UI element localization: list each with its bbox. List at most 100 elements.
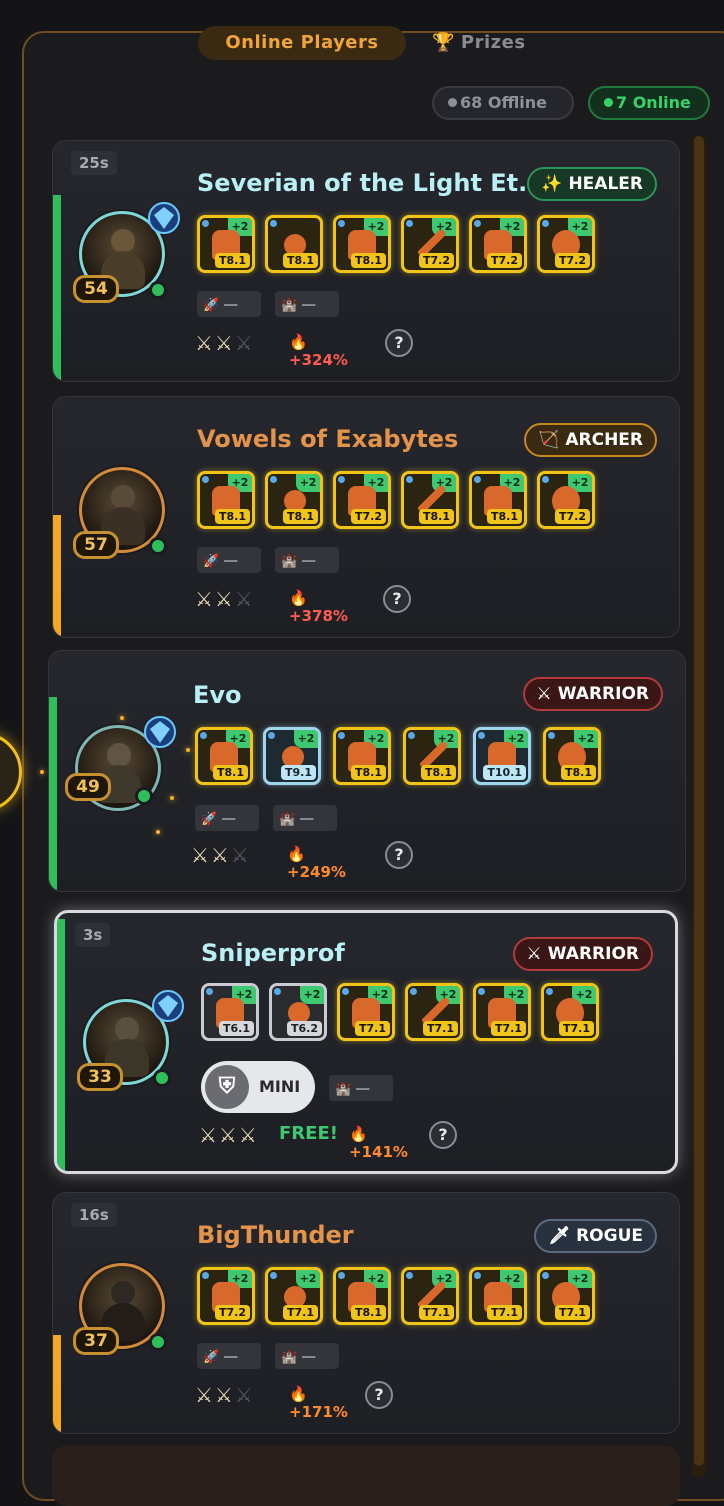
next-player-card[interactable]: [52, 1446, 680, 1506]
player-name[interactable]: Evo: [193, 681, 242, 709]
role-label: HEALER: [568, 174, 643, 194]
role-badge: ✨ HEALER: [527, 167, 657, 201]
equipment-slot-boots[interactable]: +2 T8.1: [543, 727, 601, 785]
offline-count-label: 68 Offline: [460, 93, 548, 112]
tab-bar: Online Players 🏆 Prizes: [180, 24, 580, 64]
castle-slot[interactable]: 🏰 —: [275, 1343, 339, 1369]
help-button[interactable]: ?: [383, 585, 411, 613]
equipment-slot-weapon[interactable]: +2 T7.2: [401, 215, 459, 273]
offline-count-filter[interactable]: 68 Offline: [432, 86, 574, 120]
castle-slot[interactable]: 🏰 —: [329, 1075, 393, 1101]
player-card[interactable]: 3s 33 Sniperprof ⚔ WARRIOR +2 T6.1 +2 T6.2 …: [54, 910, 678, 1174]
player-name[interactable]: Sniperprof: [201, 939, 345, 967]
role-badge: ⚔ WARRIOR: [512, 937, 653, 971]
role-badge: ⚔ WARRIOR: [522, 677, 663, 711]
equipment-slot-gloves[interactable]: +2 T10.1: [473, 727, 531, 785]
player-name[interactable]: Severian of the Light Et...: [197, 169, 546, 197]
role-badge: 🗡 ROGUE: [534, 1219, 657, 1253]
equipment-slot-helmet[interactable]: +2 T8.1: [197, 215, 255, 273]
status-stripe: [57, 919, 65, 1171]
mount-slot[interactable]: 🚀 —: [195, 805, 259, 831]
equipment-slot-gloves[interactable]: +2 T8.1: [469, 471, 527, 529]
level-badge: 33: [77, 1063, 123, 1091]
online-status-dot: [149, 281, 167, 299]
player-card[interactable]: 57 Vowels of Exabytes 🏹 ARCHER +2 T8.1 +2 T…: [52, 396, 680, 638]
level-badge: 57: [73, 531, 119, 559]
scrollbar-thumb[interactable]: [694, 136, 704, 1466]
crossed-swords-icon: ⚔⚔⚔: [195, 1383, 255, 1407]
player-card[interactable]: 16s 37 BigThunder 🗡 ROGUE +2 T7.2 +2 T7.1 +…: [52, 1192, 680, 1434]
level-badge: 54: [73, 275, 119, 303]
free-label: FREE!: [279, 1123, 338, 1144]
equipment-slot-amulet[interactable]: +2 T9.1: [263, 727, 321, 785]
equipment-slot-boots[interactable]: +2 T7.1: [537, 1267, 595, 1325]
player-name[interactable]: Vowels of Exabytes: [197, 425, 458, 453]
equipment-slot-weapon[interactable]: +2 T7.1: [401, 1267, 459, 1325]
mount-slot[interactable]: 🚀 —: [197, 547, 261, 573]
player-avatar[interactable]: 57: [73, 465, 167, 559]
equipment-slot-helmet[interactable]: +2 T8.1: [197, 471, 255, 529]
equipment-slot-armor[interactable]: +2 T8.1: [333, 1267, 391, 1325]
equipment-slot-boots[interactable]: +2 T7.2: [537, 215, 595, 273]
online-count-filter[interactable]: 7 Online: [588, 86, 710, 120]
tab-prizes-label: Prizes: [460, 32, 526, 53]
equipment-slot-boots[interactable]: +2 T7.1: [541, 983, 599, 1041]
castle-slot[interactable]: 🏰 —: [275, 547, 339, 573]
castle-icon: 🏰: [281, 1350, 298, 1365]
tab-prizes[interactable]: 🏆 Prizes: [432, 26, 526, 60]
castle-slot[interactable]: 🏰 —: [273, 805, 337, 831]
role-label: ROGUE: [576, 1226, 643, 1246]
mount-slot[interactable]: 🚀 —: [197, 291, 261, 317]
role-label: WARRIOR: [557, 684, 649, 704]
mini-mount-slot[interactable]: ⛨ MINI: [201, 1061, 315, 1113]
help-button[interactable]: ?: [385, 329, 413, 357]
player-name[interactable]: BigThunder: [197, 1221, 354, 1249]
player-avatar[interactable]: 37: [73, 1261, 167, 1355]
equipment-slot-amulet[interactable]: +2 T8.1: [265, 471, 323, 529]
equipment-slot-boots[interactable]: +2 T7.2: [537, 471, 595, 529]
player-avatar[interactable]: 33: [77, 990, 184, 1091]
equipment-slot-amulet[interactable]: T8.1: [265, 215, 323, 273]
role-badge: 🏹 ARCHER: [524, 423, 657, 457]
status-stripe: [53, 1335, 61, 1433]
help-button[interactable]: ?: [365, 1381, 393, 1409]
scrollbar[interactable]: [692, 136, 706, 1478]
equipment-slot-armor[interactable]: +2 T7.1: [337, 983, 395, 1041]
online-status-dot: [135, 787, 153, 805]
role-label: WARRIOR: [547, 944, 639, 964]
equipment-slot-helmet[interactable]: +2 T7.2: [197, 1267, 255, 1325]
help-button[interactable]: ?: [385, 841, 413, 869]
equipment-slot-amulet[interactable]: +2 T7.1: [265, 1267, 323, 1325]
equipment-slot-helmet[interactable]: +2 T6.1: [201, 983, 259, 1041]
player-card[interactable]: 49 Evo ⚔ WARRIOR +2 T8.1 +2 T9.1 +2 T8.1 +2 T…: [48, 650, 686, 892]
tab-online-players[interactable]: Online Players: [198, 26, 406, 60]
player-card[interactable]: 25s 54 Severian of the Light Et... ✨ HEAL…: [52, 140, 680, 382]
mount-slot[interactable]: 🚀 —: [197, 1343, 261, 1369]
equipment-slot-gloves[interactable]: +2 T7.1: [469, 1267, 527, 1325]
castle-icon: 🏰: [279, 812, 296, 827]
crossed-swords-icon: ⚔⚔⚔: [199, 1123, 259, 1147]
player-avatar[interactable]: 54: [73, 202, 180, 303]
help-button[interactable]: ?: [429, 1121, 457, 1149]
equipment-slot-amulet[interactable]: +2 T6.2: [269, 983, 327, 1041]
online-count-label: 7 Online: [616, 93, 691, 112]
equipment-slot-gloves[interactable]: +2 T7.2: [469, 215, 527, 273]
online-status-dot: [153, 1069, 171, 1087]
crossed-swords-icon: ⚔⚔⚔: [195, 587, 255, 611]
rocket-icon: 🚀: [201, 812, 218, 827]
player-avatar[interactable]: 49: [65, 716, 176, 813]
dagger-icon: 🗡: [548, 1226, 571, 1246]
equipment-slot-weapon[interactable]: +2 T7.1: [405, 983, 463, 1041]
equipment-slot-gloves[interactable]: +2 T7.1: [473, 983, 531, 1041]
equipment-slot-armor[interactable]: +2 T8.1: [333, 215, 391, 273]
equipment-slot-armor[interactable]: +2 T8.1: [333, 727, 391, 785]
rocket-icon: 🚀: [203, 554, 220, 569]
equipment-slot-helmet[interactable]: +2 T8.1: [195, 727, 253, 785]
castle-slot[interactable]: 🏰 —: [275, 291, 339, 317]
equipment-slot-weapon[interactable]: +2 T8.1: [401, 471, 459, 529]
level-badge: 37: [73, 1327, 119, 1355]
castle-icon: 🏰: [281, 298, 298, 313]
castle-icon: 🏰: [281, 554, 298, 569]
equipment-slot-armor[interactable]: +2 T7.2: [333, 471, 391, 529]
equipment-slot-weapon[interactable]: +2 T8.1: [403, 727, 461, 785]
